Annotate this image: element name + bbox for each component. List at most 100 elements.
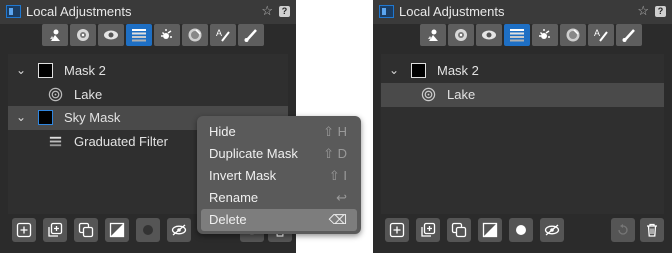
menu-shortcut: ⇧ H	[323, 124, 347, 139]
visibility-toggle-button[interactable]	[167, 218, 191, 242]
layer-name-label: Lake	[447, 87, 476, 102]
chevron-down-icon[interactable]: ⌄	[16, 63, 26, 77]
text-brush-icon: A	[216, 28, 230, 42]
lens-tool-button[interactable]	[560, 24, 586, 46]
right-local-adjustments-panel: Local Adjustments ☆ ? A ⌄ Mask 2 Lake	[373, 0, 672, 253]
people-mask-tool-button[interactable]	[420, 24, 446, 46]
circle-mask-icon	[143, 225, 153, 235]
panel-title: Local Adjustments	[399, 4, 505, 19]
menu-item-label: Delete	[209, 212, 247, 227]
mask-actions-bar	[385, 218, 564, 242]
gradient-tool-button[interactable]	[504, 24, 530, 46]
trash-icon	[647, 223, 657, 237]
mask-tools-toolbar: A	[420, 24, 642, 46]
radial-layer-icon	[48, 87, 63, 102]
layer-name-label: Graduated Filter	[74, 134, 168, 149]
eye-tool-button[interactable]	[476, 24, 502, 46]
menu-shortcut: ⇧ D	[323, 146, 347, 161]
text-brush-icon: A	[594, 28, 608, 42]
favorite-star-icon[interactable]: ☆	[637, 4, 649, 18]
sun-tool-button[interactable]	[532, 24, 558, 46]
eye-icon	[104, 30, 118, 40]
people-mask-tool-button[interactable]	[42, 24, 68, 46]
duplicate-mask-button[interactable]	[74, 218, 98, 242]
favorite-star-icon[interactable]: ☆	[261, 4, 273, 18]
lens-icon	[188, 28, 202, 42]
reset-button[interactable]	[611, 218, 635, 242]
lens-tool-button[interactable]	[182, 24, 208, 46]
invert-mask-button[interactable]	[478, 218, 502, 242]
panel-titlebar: Local Adjustments ☆ ?	[373, 0, 672, 24]
visibility-toggle-button[interactable]	[540, 218, 564, 242]
panel-titlebar: Local Adjustments ☆ ?	[0, 0, 296, 24]
menu-item-label: Invert Mask	[209, 168, 277, 183]
list-item-mask-2[interactable]: ⌄ Mask 2	[8, 59, 288, 83]
gradient-icon	[132, 29, 146, 42]
panel-collapse-icon[interactable]	[379, 5, 394, 18]
eye-slash-icon	[544, 224, 560, 236]
sun-burst-icon	[539, 29, 550, 39]
menu-item-label: Rename	[209, 190, 259, 205]
list-item-mask-2[interactable]: ⌄ Mask 2	[381, 59, 664, 83]
radial-target-icon	[77, 29, 89, 41]
mask-swatch-icon	[38, 110, 53, 125]
brush-tool-button[interactable]	[238, 24, 264, 46]
mask-context-menu: Hide ⇧ H Duplicate Mask ⇧ D Invert Mask …	[197, 116, 361, 234]
mask-overlay-button[interactable]	[509, 218, 533, 242]
reset-icon	[618, 224, 628, 235]
gradient-layer-icon	[49, 136, 62, 147]
chevron-down-icon[interactable]: ⌄	[389, 63, 399, 77]
mask-swatch-icon	[38, 63, 53, 78]
menu-shortcut: ⌫	[328, 212, 347, 227]
panel-title: Local Adjustments	[26, 4, 132, 19]
radial-target-icon	[455, 29, 467, 41]
mask-name-label: Sky Mask	[64, 110, 121, 125]
chevron-down-icon[interactable]: ⌄	[16, 110, 26, 124]
radial-tool-button[interactable]	[70, 24, 96, 46]
help-icon[interactable]: ?	[279, 6, 290, 17]
list-item-lake[interactable]: Lake	[381, 83, 664, 107]
add-layer-icon	[48, 222, 63, 237]
menu-item-hide[interactable]: Hide ⇧ H	[201, 121, 357, 143]
text-brush-tool-button[interactable]: A	[210, 24, 236, 46]
add-layer-button[interactable]	[416, 218, 440, 242]
menu-item-duplicate-mask[interactable]: Duplicate Mask ⇧ D	[201, 143, 357, 165]
menu-item-invert-mask[interactable]: Invert Mask ⇧ I	[201, 165, 357, 187]
plus-square-icon	[389, 222, 405, 238]
gradient-icon	[510, 29, 524, 42]
radial-tool-button[interactable]	[448, 24, 474, 46]
menu-item-delete[interactable]: Delete ⌫	[201, 209, 357, 231]
brush-tool-button[interactable]	[616, 24, 642, 46]
svg-text:A: A	[594, 28, 600, 38]
sun-tool-button[interactable]	[154, 24, 180, 46]
mask-name-label: Mask 2	[64, 63, 106, 78]
layer-name-label: Lake	[74, 87, 103, 102]
eye-tool-button[interactable]	[98, 24, 124, 46]
menu-item-label: Duplicate Mask	[209, 146, 298, 161]
text-brush-tool-button[interactable]: A	[588, 24, 614, 46]
menu-item-label: Hide	[209, 124, 236, 139]
panel-collapse-icon[interactable]	[6, 5, 21, 18]
invert-icon	[109, 222, 125, 238]
menu-item-rename[interactable]: Rename ↩	[201, 187, 357, 209]
gradient-tool-button[interactable]	[126, 24, 152, 46]
mask-list: ⌄ Mask 2 Lake	[381, 54, 664, 214]
list-item-lake[interactable]: Lake	[8, 83, 288, 107]
help-icon[interactable]: ?	[655, 6, 666, 17]
sun-burst-icon	[161, 29, 172, 39]
menu-shortcut: ⇧ I	[328, 168, 347, 183]
eye-icon	[482, 30, 496, 40]
delete-mask-button[interactable]	[640, 218, 664, 242]
add-mask-button[interactable]	[385, 218, 409, 242]
add-layer-icon	[421, 222, 436, 237]
duplicate-icon	[78, 222, 94, 238]
invert-mask-button[interactable]	[105, 218, 129, 242]
brush-icon	[244, 29, 257, 42]
mask-overlay-button[interactable]	[136, 218, 160, 242]
mask-name-label: Mask 2	[437, 63, 479, 78]
invert-icon	[482, 222, 498, 238]
duplicate-mask-button[interactable]	[447, 218, 471, 242]
add-mask-button[interactable]	[12, 218, 36, 242]
add-layer-button[interactable]	[43, 218, 67, 242]
duplicate-icon	[451, 222, 467, 238]
